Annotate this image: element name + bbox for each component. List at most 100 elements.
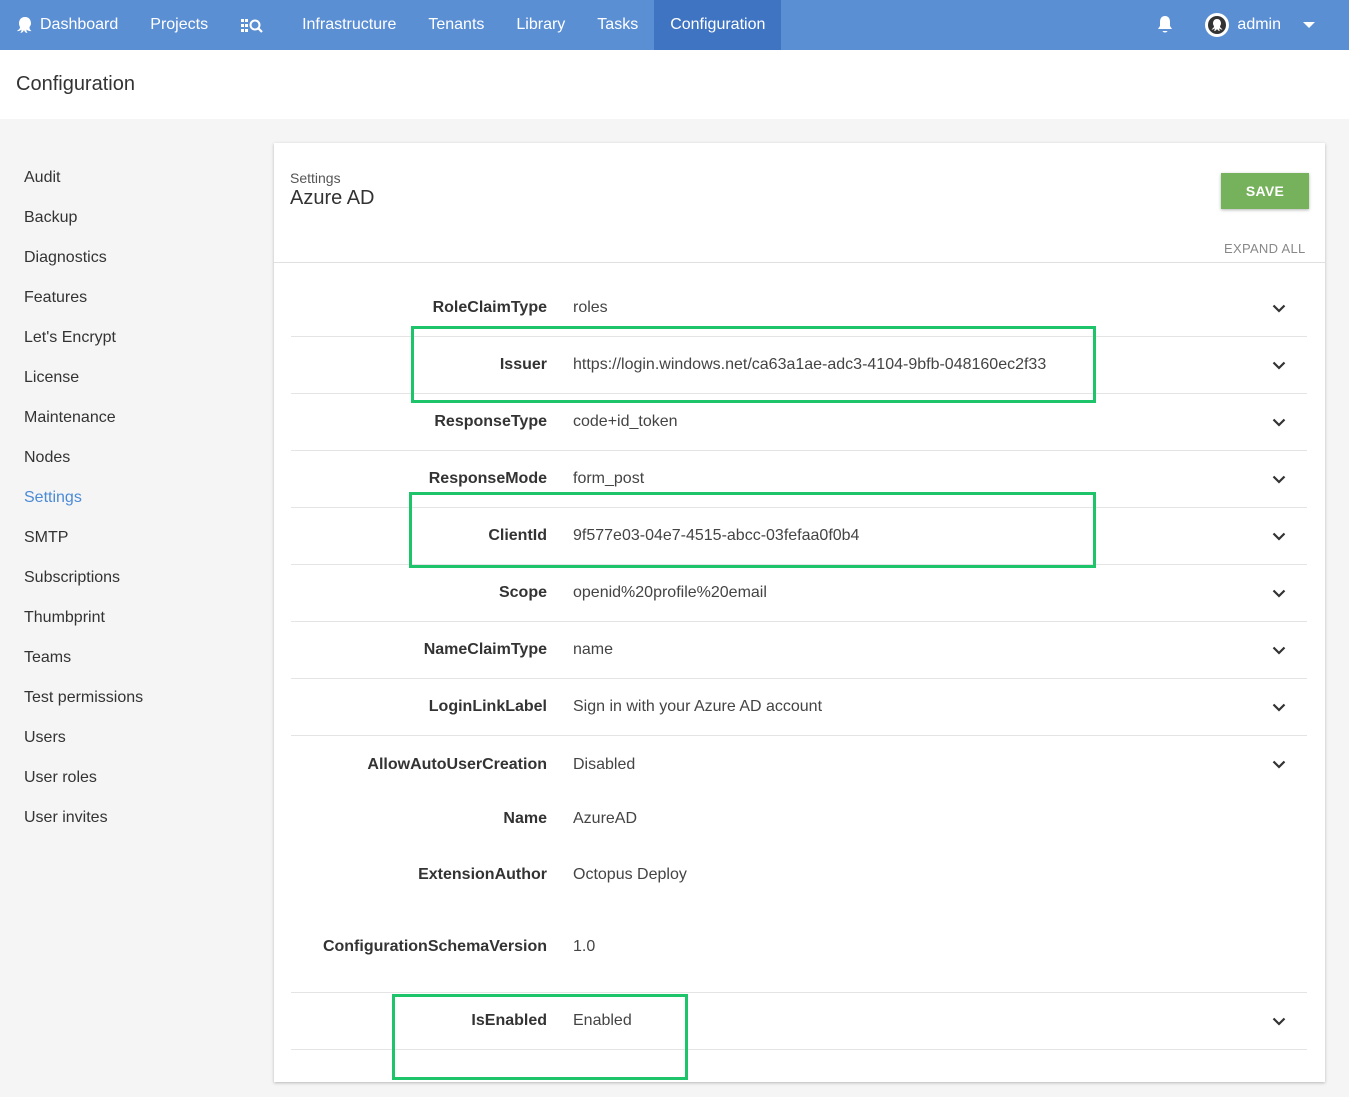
sidebar-item-nodes[interactable]: Nodes [0, 438, 260, 478]
divider [274, 262, 1325, 263]
setting-label: Name [503, 810, 547, 827]
sidebar-item-users[interactable]: Users [0, 718, 260, 758]
setting-row-loginlinklabel[interactable]: LoginLinkLabel Sign in with your Azure A… [291, 679, 1307, 736]
setting-value: AzureAD [573, 810, 638, 827]
setting-value: roles [573, 299, 608, 316]
sidebar-item-thumbprint[interactable]: Thumbprint [0, 598, 260, 638]
chevron-down-icon[interactable] [1269, 640, 1289, 660]
setting-label: IsEnabled [471, 1012, 547, 1029]
nav-infrastructure[interactable]: Infrastructure [286, 0, 412, 50]
nav-projects[interactable]: Projects [134, 0, 224, 50]
setting-row-allowautousercreation[interactable]: AllowAutoUserCreation Disabled [291, 736, 1307, 793]
nav-dashboard[interactable]: Dashboard [0, 0, 134, 50]
setting-label: RoleClaimType [432, 299, 547, 316]
chevron-down-icon [1303, 22, 1315, 28]
settings-card: Settings Azure AD SAVE EXPAND ALL RoleCl… [274, 143, 1325, 1082]
setting-row-name: Name AzureAD [291, 793, 1307, 849]
nav-library-label: Library [516, 16, 566, 33]
setting-row-roleclaimtype[interactable]: RoleClaimType roles [291, 280, 1307, 337]
setting-label: Issuer [499, 356, 547, 373]
notifications-bell-icon[interactable] [1145, 0, 1185, 50]
setting-row-extensionauthor: ExtensionAuthor Octopus Deploy [291, 849, 1307, 921]
user-name: admin [1237, 16, 1281, 33]
setting-label: ConfigurationSchemaVersion [322, 938, 547, 955]
settings-list: RoleClaimType roles Issuer https://login… [291, 280, 1307, 1050]
sidebar-item-test-permissions[interactable]: Test permissions [0, 678, 260, 718]
nav-tasks[interactable]: Tasks [581, 0, 654, 50]
sidebar-item-license[interactable]: License [0, 358, 260, 398]
nav-infrastructure-label: Infrastructure [302, 16, 397, 33]
sidebar-item-features[interactable]: Features [0, 278, 260, 318]
setting-row-clientid[interactable]: ClientId 9f577e03-04e7-4515-abcc-03fefaa… [291, 508, 1307, 565]
nav-tasks-label: Tasks [597, 16, 639, 33]
nav-right-group: admin [1145, 0, 1349, 50]
sidebar-item-smtp[interactable]: SMTP [0, 518, 260, 558]
setting-value: Disabled [573, 755, 636, 773]
sidebar-item-subscriptions[interactable]: Subscriptions [0, 558, 260, 598]
expand-all-link[interactable]: EXPAND ALL [1224, 241, 1306, 256]
card-subtitle: Settings [290, 170, 341, 186]
setting-row-responsemode[interactable]: ResponseMode form_post [291, 451, 1307, 508]
card-title: Azure AD [290, 187, 375, 209]
setting-label: LoginLinkLabel [428, 698, 547, 715]
setting-value: Enabled [573, 1012, 632, 1029]
chevron-down-icon[interactable] [1269, 755, 1289, 775]
chevron-down-icon[interactable] [1269, 1011, 1289, 1031]
chevron-down-icon[interactable] [1269, 526, 1289, 546]
sidebar-item-settings[interactable]: Settings [0, 478, 260, 518]
setting-row-scope[interactable]: Scope openid%20profile%20email [291, 565, 1307, 622]
chevron-down-icon[interactable] [1269, 355, 1289, 375]
sidebar: Audit Backup Diagnostics Features Let's … [0, 158, 260, 838]
chevron-down-icon[interactable] [1269, 469, 1289, 489]
setting-value: Sign in with your Azure AD account [573, 698, 823, 715]
sidebar-item-maintenance[interactable]: Maintenance [0, 398, 260, 438]
sidebar-item-teams[interactable]: Teams [0, 638, 260, 678]
octopus-icon [16, 16, 34, 34]
nav-dashboard-label: Dashboard [40, 16, 119, 33]
save-button[interactable]: SAVE [1221, 173, 1309, 209]
nav-tenants[interactable]: Tenants [412, 0, 500, 50]
setting-row-isenabled[interactable]: IsEnabled Enabled [291, 993, 1307, 1050]
nav-search-library[interactable] [224, 0, 286, 50]
sidebar-item-backup[interactable]: Backup [0, 198, 260, 238]
user-menu[interactable]: admin [1205, 13, 1315, 37]
setting-value: code+id_token [573, 413, 678, 430]
setting-label: ExtensionAuthor [418, 866, 547, 883]
chevron-down-icon[interactable] [1269, 583, 1289, 603]
avatar [1205, 13, 1230, 37]
setting-row-configurationschemaversion: ConfigurationSchemaVersion 1.0 [291, 921, 1307, 993]
sidebar-item-user-roles[interactable]: User roles [0, 758, 260, 798]
nav-configuration-label: Configuration [670, 16, 766, 33]
page-title: Configuration [16, 73, 135, 95]
page-header: Configuration [0, 50, 1349, 119]
top-nav-bar: Dashboard Projects Infrastructure Tenant… [0, 0, 1349, 50]
setting-label: Scope [498, 584, 547, 601]
setting-value: name [573, 641, 614, 658]
setting-label: ResponseMode [428, 470, 547, 487]
setting-value: https://login.windows.net/ca63a1ae-adc3-… [573, 356, 1047, 373]
setting-label: NameClaimType [423, 641, 547, 658]
setting-row-responsetype[interactable]: ResponseType code+id_token [291, 394, 1307, 451]
setting-value: openid%20profile%20email [573, 584, 767, 601]
setting-value: Octopus Deploy [573, 866, 687, 883]
nav-tenants-label: Tenants [428, 16, 485, 33]
setting-label: ResponseType [434, 413, 547, 430]
setting-label: AllowAutoUserCreation [367, 755, 547, 773]
sidebar-item-user-invites[interactable]: User invites [0, 798, 260, 838]
setting-row-issuer[interactable]: Issuer https://login.windows.net/ca63a1a… [291, 337, 1307, 394]
chevron-down-icon[interactable] [1269, 412, 1289, 432]
sidebar-item-diagnostics[interactable]: Diagnostics [0, 238, 260, 278]
setting-value: 1.0 [573, 938, 596, 955]
setting-value: 9f577e03-04e7-4515-abcc-03fefaa0f0b4 [573, 527, 860, 544]
nav-configuration[interactable]: Configuration [654, 0, 782, 50]
chevron-down-icon[interactable] [1269, 697, 1289, 717]
search-library-icon [240, 16, 264, 34]
nav-library[interactable]: Library [500, 0, 581, 50]
sidebar-item-lets-encrypt[interactable]: Let's Encrypt [0, 318, 260, 358]
setting-label: ClientId [488, 527, 547, 544]
chevron-down-icon[interactable] [1269, 298, 1289, 318]
sidebar-item-audit[interactable]: Audit [0, 158, 260, 198]
setting-value: form_post [573, 470, 645, 487]
nav-projects-label: Projects [150, 16, 209, 33]
setting-row-nameclaimtype[interactable]: NameClaimType name [291, 622, 1307, 679]
